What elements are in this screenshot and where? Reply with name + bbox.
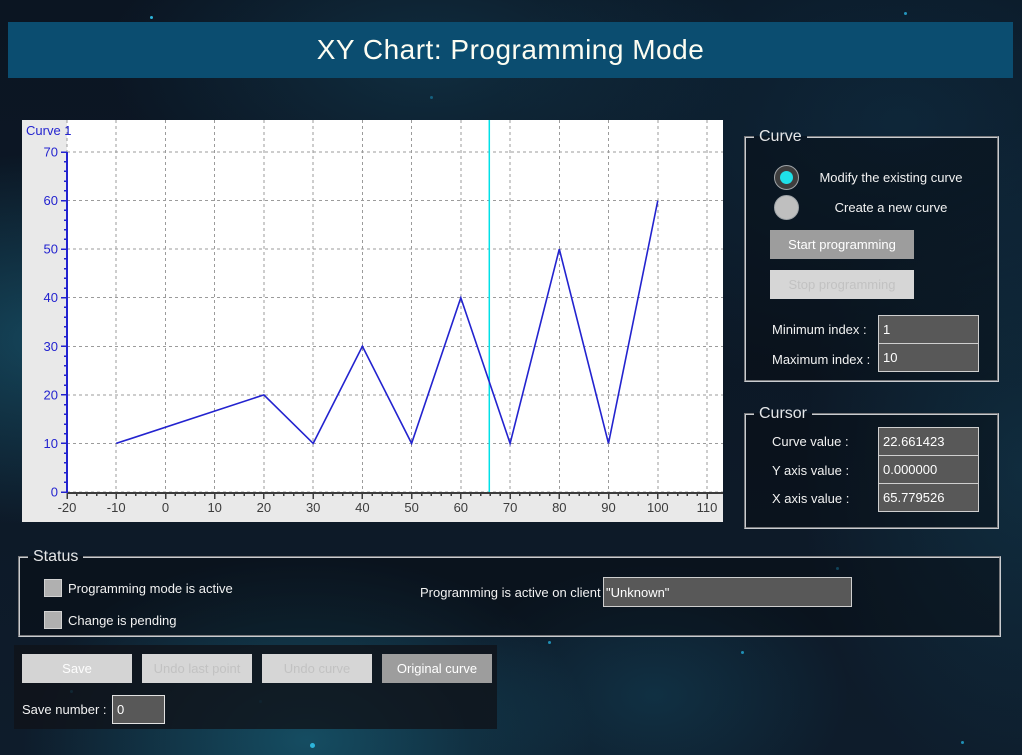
- legend-label: Curve 1: [26, 123, 72, 138]
- svg-text:50: 50: [44, 242, 58, 257]
- status-panel: Status Programming mode is active Change…: [18, 548, 1001, 637]
- svg-text:50: 50: [404, 500, 418, 515]
- save-number-input[interactable]: [112, 695, 165, 724]
- client-label: Programming is active on client :: [420, 585, 608, 600]
- chart-svg: -20 -10 0 10 20 30 40 50 60 70 80 90 100 110 0 10 20 30 40…: [22, 120, 723, 522]
- svg-text:30: 30: [306, 500, 320, 515]
- curve-value-label: Curve value :: [772, 434, 849, 449]
- x-axis-value-label: X axis value :: [772, 491, 849, 506]
- svg-text:40: 40: [44, 290, 58, 305]
- svg-text:60: 60: [454, 500, 468, 515]
- save-number-label: Save number :: [22, 702, 107, 717]
- background-particles: [0, 0, 3, 3]
- svg-text:-20: -20: [58, 500, 77, 515]
- svg-text:10: 10: [44, 436, 58, 451]
- client-input[interactable]: [603, 577, 852, 607]
- actions-panel: Save Undo last point Undo curve Original…: [14, 645, 497, 729]
- svg-text:60: 60: [44, 193, 58, 208]
- change-pending-checkbox[interactable]: [44, 611, 62, 629]
- svg-text:0: 0: [51, 485, 58, 500]
- svg-text:90: 90: [601, 500, 615, 515]
- create-curve-radio[interactable]: [774, 195, 799, 220]
- max-index-input[interactable]: [878, 343, 979, 372]
- status-panel-title: Status: [28, 548, 83, 566]
- stop-programming-button[interactable]: Stop programming: [770, 270, 914, 299]
- svg-text:30: 30: [44, 339, 58, 354]
- svg-text:20: 20: [44, 387, 58, 402]
- undo-last-point-button[interactable]: Undo last point: [142, 654, 252, 683]
- svg-text:20: 20: [257, 500, 271, 515]
- max-index-label: Maximum index :: [772, 352, 870, 367]
- start-programming-button[interactable]: Start programming: [770, 230, 914, 259]
- programming-active-label: Programming mode is active: [68, 581, 233, 596]
- create-curve-radio-label: Create a new curve: [806, 200, 976, 215]
- svg-text:110: 110: [697, 500, 718, 515]
- title-bar: XY Chart: Programming Mode: [8, 22, 1013, 78]
- x-axis-value-input[interactable]: [878, 483, 979, 512]
- change-pending-label: Change is pending: [68, 613, 176, 628]
- curve-panel-title: Curve: [754, 128, 807, 146]
- xy-chart[interactable]: -20 -10 0 10 20 30 40 50 60 70 80 90 100 110 0 10 20 30 40…: [22, 120, 723, 522]
- min-index-input[interactable]: [878, 315, 979, 344]
- modify-curve-radio-label: Modify the existing curve: [806, 170, 976, 185]
- programming-active-checkbox[interactable]: [44, 579, 62, 597]
- svg-text:70: 70: [503, 500, 517, 515]
- curve-panel: Curve Modify the existing curve Create a…: [744, 128, 999, 382]
- svg-text:0: 0: [162, 500, 169, 515]
- min-index-label: Minimum index :: [772, 322, 867, 337]
- save-button[interactable]: Save: [22, 654, 132, 683]
- modify-curve-radio[interactable]: [774, 165, 799, 190]
- svg-text:70: 70: [44, 145, 58, 160]
- undo-curve-button[interactable]: Undo curve: [262, 654, 372, 683]
- svg-text:100: 100: [647, 500, 669, 515]
- cursor-panel-title: Cursor: [754, 405, 812, 423]
- svg-text:10: 10: [207, 500, 221, 515]
- y-axis-value-input[interactable]: [878, 455, 979, 484]
- y-axis-value-label: Y axis value :: [772, 463, 849, 478]
- svg-text:40: 40: [355, 500, 369, 515]
- curve-value-input[interactable]: [878, 427, 979, 456]
- original-curve-button[interactable]: Original curve: [382, 654, 492, 683]
- svg-text:80: 80: [552, 500, 566, 515]
- svg-text:-10: -10: [107, 500, 126, 515]
- page-title: XY Chart: Programming Mode: [8, 22, 1013, 78]
- cursor-panel: Cursor Curve value : Y axis value : X ax…: [744, 405, 999, 529]
- app-background: XY Chart: Programming Mode -20 -10 0 10 20 30…: [0, 0, 1022, 755]
